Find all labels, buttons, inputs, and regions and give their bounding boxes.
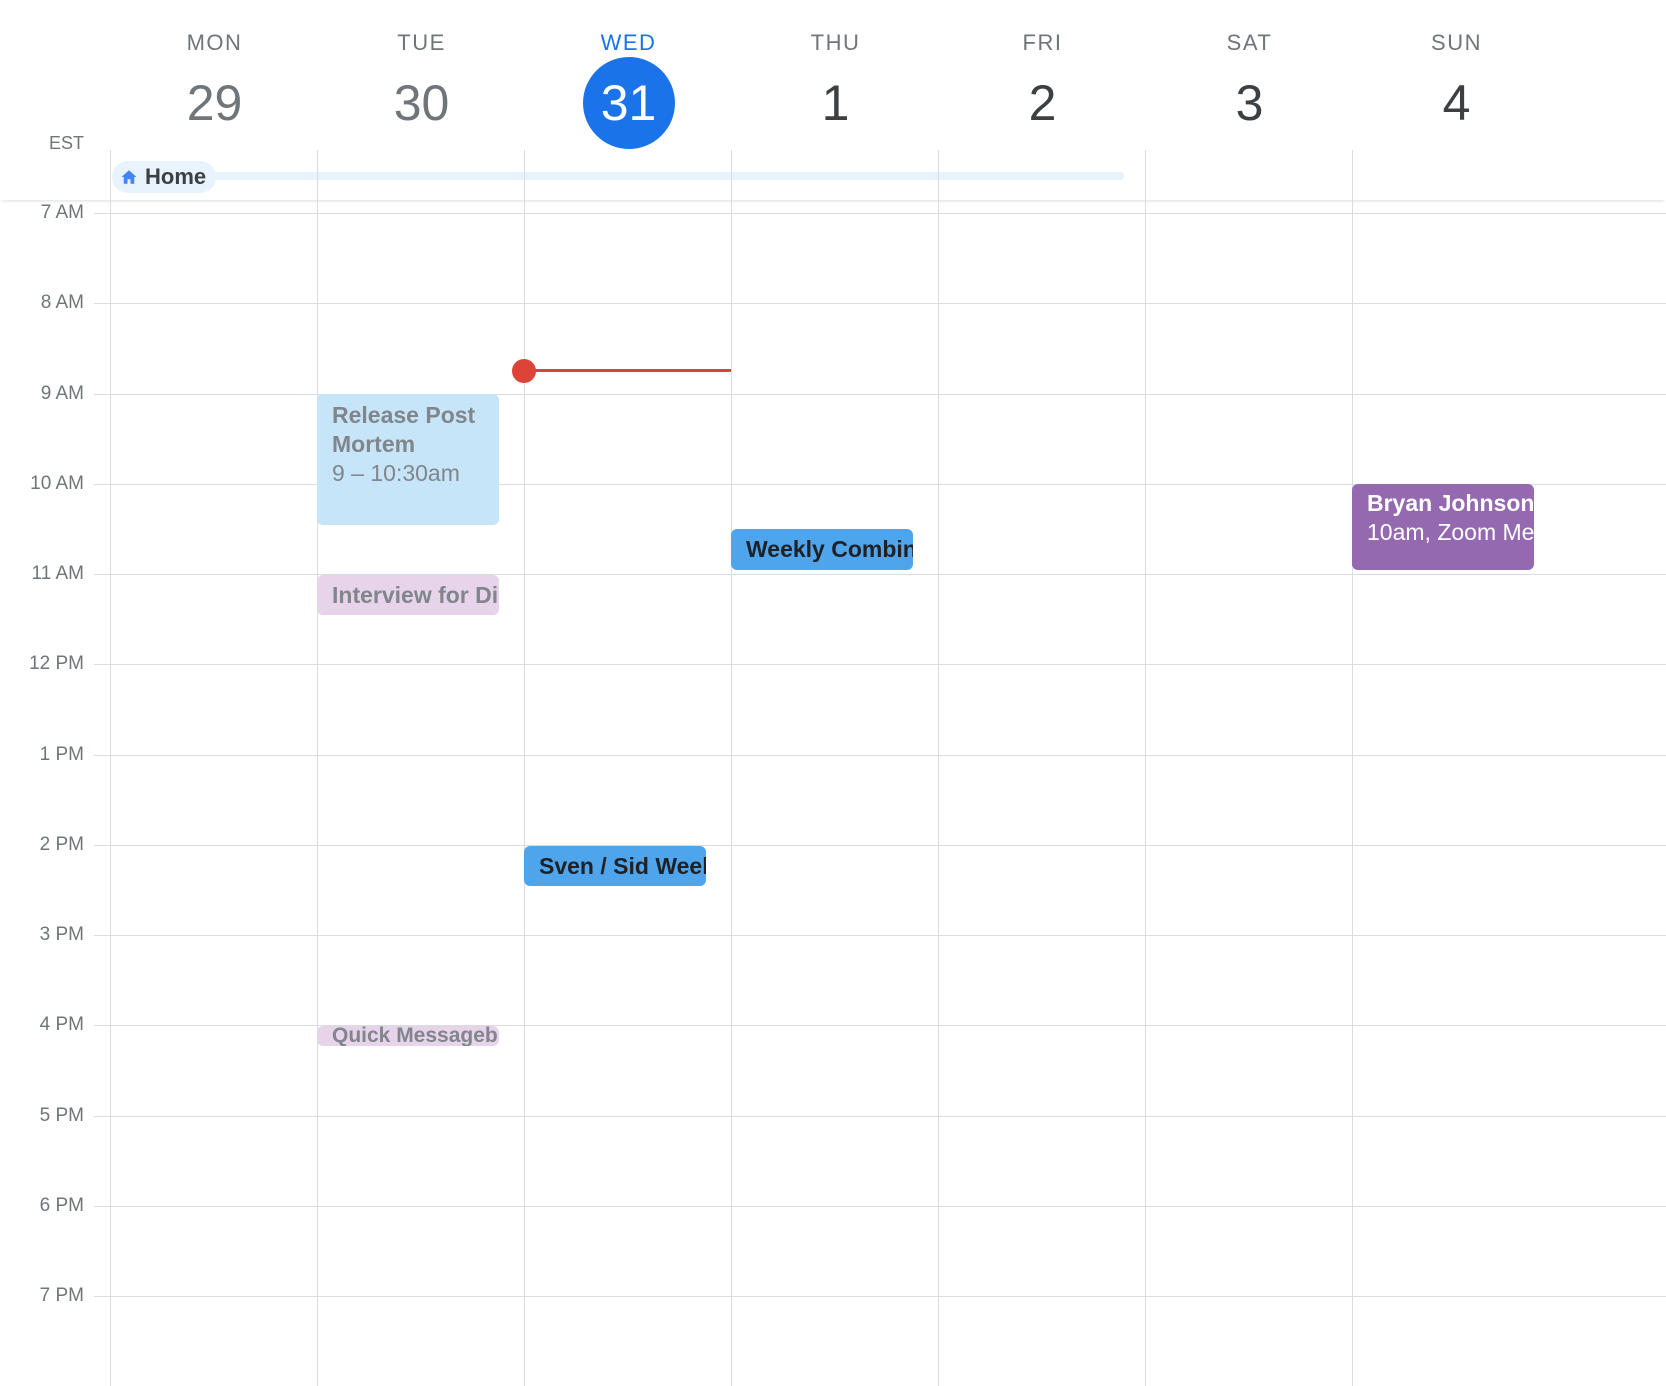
event-title: Interview for Dir [332, 582, 499, 608]
hour-gridline [94, 755, 1666, 756]
hour-label: 7 AM [40, 202, 84, 223]
day-header-wed[interactable]: WED 31 [525, 0, 732, 150]
hour-label: 4 PM [39, 1014, 84, 1035]
day-header-fri[interactable]: FRI 2 [939, 0, 1146, 150]
hour-label: 10 AM [30, 473, 84, 494]
day-number[interactable]: 1 [790, 57, 882, 149]
day-header-tue[interactable]: TUE 30 [318, 0, 525, 150]
hour-gridline [94, 1296, 1666, 1297]
calendar-week-view: MON 29 TUE 30 WED 31 THU 1 FRI 2 SAT 3 S… [0, 0, 1666, 1386]
day-name: SAT [1226, 30, 1273, 55]
day-number[interactable]: 2 [997, 57, 1089, 149]
hour-label: 2 PM [39, 834, 84, 855]
hour-label: 8 AM [40, 292, 84, 313]
day-header-mon[interactable]: MON 29 [111, 0, 318, 150]
day-column-divider [317, 150, 318, 1386]
event-time: 9 – 10:30am [332, 460, 460, 486]
day-header-thu[interactable]: THU 1 [732, 0, 939, 150]
day-number[interactable]: 4 [1411, 57, 1503, 149]
event-title: Bryan Johnson's [1367, 490, 1534, 516]
day-number[interactable]: 3 [1204, 57, 1296, 149]
event-title: Quick Messagebir [332, 1026, 499, 1046]
day-column-divider [1352, 150, 1353, 1386]
current-time-line [524, 369, 731, 372]
hour-gridline [94, 1116, 1666, 1117]
day-name: SUN [1431, 30, 1482, 55]
day-column-divider [1145, 150, 1146, 1386]
home-icon [121, 170, 137, 184]
all-day-event-bar[interactable] [150, 172, 1124, 180]
all-day-event-home[interactable]: Home [112, 161, 217, 193]
event-time: 10am, Zoom Me [1367, 519, 1534, 545]
event-release-post-mortem[interactable]: Release Post Mortem 9 – 10:30am [317, 394, 499, 525]
hour-label: 11 AM [31, 563, 84, 584]
day-column-divider [524, 150, 525, 1386]
day-name: THU [810, 30, 861, 55]
event-sven-sid-weekly[interactable]: Sven / Sid Week [524, 846, 706, 886]
hour-gridline [94, 664, 1666, 665]
day-column-divider [731, 150, 732, 1386]
day-number[interactable]: 30 [376, 57, 468, 149]
event-title: Release Post Mortem [332, 402, 476, 457]
hour-gridline [94, 303, 1666, 304]
hour-label: 5 PM [39, 1105, 84, 1126]
hour-gridline [94, 1206, 1666, 1207]
event-bryan-johnson[interactable]: Bryan Johnson's 10am, Zoom Me [1352, 484, 1534, 570]
day-name: TUE [397, 30, 446, 55]
day-header-sun[interactable]: SUN 4 [1353, 0, 1560, 150]
event-title: Sven / Sid Week [539, 853, 706, 879]
day-header-sat[interactable]: SAT 3 [1146, 0, 1353, 150]
hour-label: 3 PM [39, 924, 84, 945]
day-number[interactable]: 29 [169, 57, 261, 149]
day-number-today[interactable]: 31 [582, 57, 675, 149]
hour-label: 12 PM [29, 653, 84, 674]
hour-gridline [94, 935, 1666, 936]
day-column-divider [110, 150, 111, 1386]
hour-label: 9 AM [40, 383, 84, 404]
event-title: Weekly Combine [746, 536, 913, 562]
current-time-dot [512, 359, 536, 383]
day-name: MON [186, 30, 243, 55]
hour-label: 7 PM [39, 1285, 84, 1306]
day-column-divider [938, 150, 939, 1386]
hour-gridline [94, 845, 1666, 846]
hour-label: 6 PM [39, 1195, 84, 1216]
event-interview[interactable]: Interview for Dir [317, 575, 499, 615]
day-name: WED [600, 30, 657, 55]
hour-gridline [94, 213, 1666, 214]
hour-label: 1 PM [39, 744, 84, 765]
event-weekly-combined[interactable]: Weekly Combine [731, 529, 913, 570]
day-name: FRI [1022, 30, 1063, 55]
event-quick-messagebird[interactable]: Quick Messagebir [317, 1026, 499, 1046]
all-day-event-label: Home [145, 164, 207, 189]
